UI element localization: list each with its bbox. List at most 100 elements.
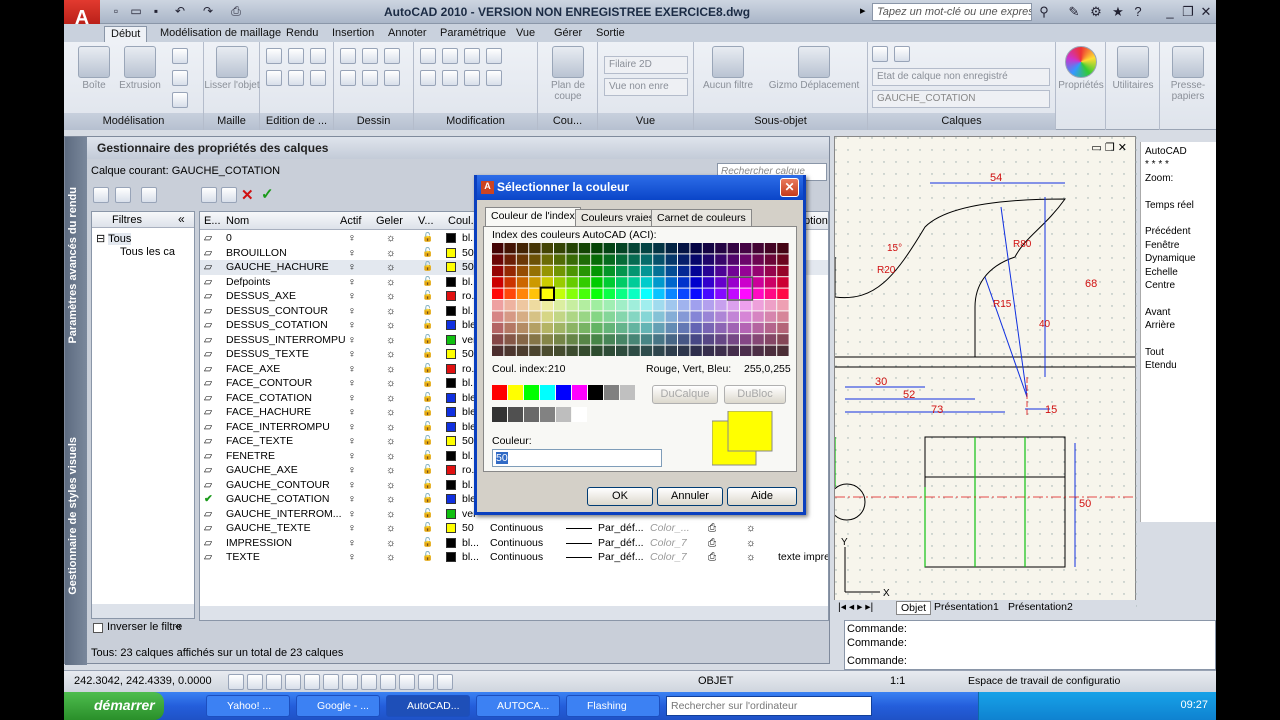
revolve-icon[interactable] xyxy=(172,48,188,64)
layer-color-swatch[interactable] xyxy=(446,378,456,388)
arc-icon[interactable] xyxy=(384,48,400,64)
aci-cell[interactable] xyxy=(727,334,739,345)
aci-cell[interactable] xyxy=(578,288,591,299)
aci-cell[interactable] xyxy=(541,254,553,265)
aci-cell[interactable] xyxy=(492,288,504,299)
snap-toggle-icon[interactable] xyxy=(228,674,244,690)
erase-icon[interactable] xyxy=(486,70,502,86)
aci-cell[interactable] xyxy=(640,288,653,299)
layer-state-icon[interactable] xyxy=(894,46,910,62)
restore-icon[interactable]: ❐ xyxy=(1180,4,1196,20)
col-freeze[interactable]: Geler xyxy=(376,215,403,227)
aci-cell[interactable] xyxy=(492,300,504,311)
new-vp-freeze-icon[interactable]: ☼ xyxy=(746,537,756,549)
aci-cell[interactable] xyxy=(653,345,665,356)
fillet-icon[interactable] xyxy=(442,70,458,86)
tab-modelisation-maillage[interactable]: Modélisation de maillage xyxy=(154,26,287,42)
aci-cell[interactable] xyxy=(554,334,566,345)
layer-on-bulb-icon[interactable]: ♀ xyxy=(348,334,356,346)
osnap-toggle-icon[interactable] xyxy=(304,674,320,690)
aci-cell[interactable] xyxy=(640,243,653,254)
aci-cell[interactable] xyxy=(591,277,603,288)
layer-freeze-sun-icon[interactable]: ☼ xyxy=(386,334,396,346)
subtract-icon[interactable] xyxy=(288,48,304,64)
tab-debut[interactable]: Début xyxy=(104,26,148,42)
layer-on-bulb-icon[interactable]: ♀ xyxy=(348,261,356,273)
aci-cell[interactable] xyxy=(653,265,665,277)
aci-cell[interactable] xyxy=(653,288,665,299)
aci-cell[interactable] xyxy=(516,288,529,299)
tab-model[interactable]: Objet xyxy=(896,601,932,615)
aci-cell[interactable] xyxy=(529,288,541,299)
aci-cell[interactable] xyxy=(678,277,690,288)
rotate-icon[interactable] xyxy=(442,48,458,64)
aci-cell[interactable] xyxy=(752,265,764,277)
aci-cell[interactable] xyxy=(665,288,677,299)
tab-nav-arrows[interactable]: |◂ ◂ ▸ ▸| xyxy=(838,601,873,613)
aci-cell[interactable] xyxy=(640,322,653,334)
layer-color-swatch[interactable] xyxy=(446,450,456,461)
aci-cell[interactable] xyxy=(653,277,665,288)
layer-list-scrollbar[interactable] xyxy=(200,606,828,620)
layer-lock-icon[interactable]: 🔓 xyxy=(422,290,433,301)
standard-colors[interactable] xyxy=(492,385,642,425)
aci-cell[interactable] xyxy=(653,322,665,334)
plot-printer-icon[interactable]: ⎙ xyxy=(708,551,716,564)
aci-cell[interactable] xyxy=(727,254,739,265)
layer-on-bulb-icon[interactable]: ♀ xyxy=(348,435,356,447)
layer-freeze-sun-icon[interactable]: ☼ xyxy=(386,479,396,491)
aci-cell[interactable] xyxy=(702,277,715,288)
aci-cell[interactable] xyxy=(740,254,752,265)
aci-cell[interactable] xyxy=(702,345,715,356)
advanced-render-settings-label[interactable]: Paramètres avancés du rendu xyxy=(67,187,79,344)
zoom-option[interactable]: Zoom: xyxy=(1145,173,1212,186)
panel-label-modification[interactable]: Modification xyxy=(414,113,537,130)
aci-cell[interactable] xyxy=(665,322,677,334)
layer-on-bulb-icon[interactable]: ♀ xyxy=(348,522,356,534)
aci-cell[interactable] xyxy=(702,265,715,277)
layer-name[interactable]: FACE_HACHURE xyxy=(226,406,311,418)
slice-icon[interactable] xyxy=(266,70,282,86)
aci-cell[interactable] xyxy=(492,277,504,288)
aci-cell[interactable] xyxy=(764,311,777,322)
aci-cell[interactable] xyxy=(678,300,690,311)
standard-color-cell[interactable] xyxy=(524,385,539,400)
aci-cell[interactable] xyxy=(566,334,578,345)
aci-cell[interactable] xyxy=(777,265,789,277)
aci-cell[interactable] xyxy=(541,311,553,322)
aci-cell[interactable] xyxy=(678,334,690,345)
layer-on-bulb-icon[interactable]: ♀ xyxy=(348,392,356,404)
layer-lock-icon[interactable]: 🔓 xyxy=(422,450,433,461)
new-property-filter-icon[interactable] xyxy=(93,187,109,203)
workspace-switch[interactable]: Espace de travail de configuratio xyxy=(968,673,1128,691)
aci-cell[interactable] xyxy=(752,243,764,254)
view-combo[interactable]: Vue non enre xyxy=(604,78,688,96)
aci-cell[interactable] xyxy=(591,334,603,345)
panel-label-dessin[interactable]: Dessin xyxy=(334,113,413,130)
tab-insertion[interactable]: Insertion xyxy=(326,26,380,42)
aci-cell[interactable] xyxy=(715,300,727,311)
layer-freeze-sun-icon[interactable]: ☼ xyxy=(386,508,396,520)
layer-lock-icon[interactable]: 🔓 xyxy=(422,247,433,258)
aci-cell[interactable] xyxy=(504,345,516,356)
aci-cell[interactable] xyxy=(603,265,615,277)
layer-lock-icon[interactable]: 🔓 xyxy=(422,377,433,388)
layer-name[interactable]: GAUCHE_HACHURE xyxy=(226,261,329,273)
aci-cell[interactable] xyxy=(529,277,541,288)
aci-cell[interactable] xyxy=(616,334,628,345)
layer-color-swatch[interactable] xyxy=(446,494,456,504)
col-lock[interactable]: V... xyxy=(418,215,434,227)
layer-name[interactable]: FACE_COTATION xyxy=(226,392,312,404)
aci-cell[interactable] xyxy=(516,254,529,265)
byblock-button[interactable]: DuBloc xyxy=(724,385,786,404)
new-layer-frozen-icon[interactable] xyxy=(221,187,237,203)
panel-label-calques[interactable]: Calques xyxy=(868,113,1055,130)
stretch-icon[interactable] xyxy=(464,70,480,86)
aci-cell[interactable] xyxy=(702,322,715,334)
layer-on-bulb-icon[interactable]: ♀ xyxy=(348,319,356,331)
aci-cell[interactable] xyxy=(504,277,516,288)
layer-freeze-sun-icon[interactable]: ☼ xyxy=(386,450,396,462)
binoculars-icon[interactable]: ⚲ xyxy=(1036,4,1052,20)
aci-cell[interactable] xyxy=(529,243,541,254)
aci-cell[interactable] xyxy=(640,345,653,356)
